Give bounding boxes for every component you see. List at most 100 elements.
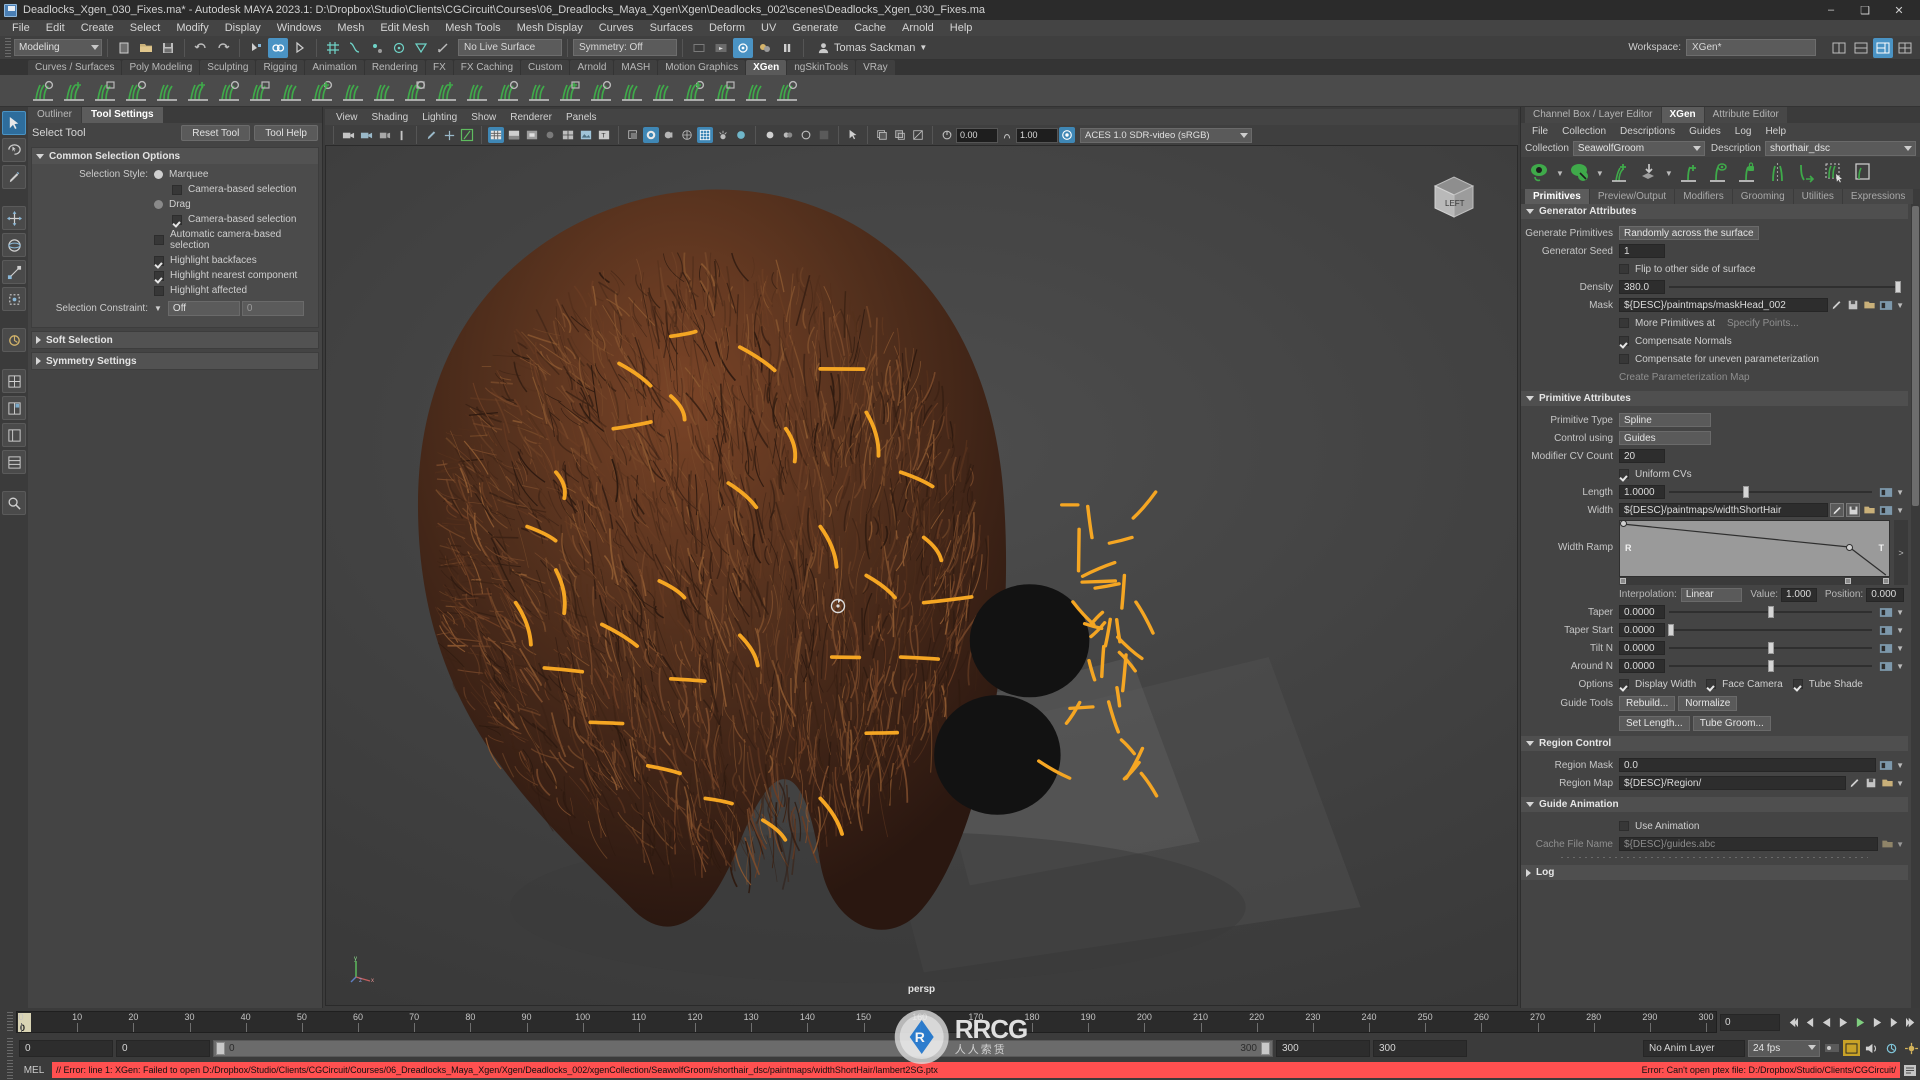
- workspace-layout-1-icon[interactable]: [1829, 38, 1849, 58]
- menu-item-mesh[interactable]: Mesh: [329, 20, 372, 36]
- chevron-down-icon[interactable]: ▼: [1596, 169, 1604, 178]
- layout-hypershade-icon[interactable]: [2, 450, 26, 474]
- generate-primitives-dropdown[interactable]: Randomly across the surface: [1619, 226, 1759, 240]
- shelf-tab-motion-graphics[interactable]: Motion Graphics: [658, 60, 746, 75]
- xgen-tab-primitives[interactable]: Primitives: [1525, 189, 1589, 204]
- multisample-aa-icon[interactable]: [679, 127, 695, 143]
- xgen-menu-descriptions[interactable]: Descriptions: [1613, 126, 1682, 137]
- ramp-position-field[interactable]: 0.000: [1866, 587, 1904, 602]
- auto-key-icon[interactable]: [1823, 1040, 1840, 1057]
- shelf-generate-maps-icon[interactable]: [524, 77, 553, 105]
- camera-bookmark-icon[interactable]: [376, 127, 392, 143]
- density-slider[interactable]: [1669, 280, 1901, 294]
- chevron-down-icon[interactable]: ▼: [1896, 488, 1904, 497]
- checkbox-highlight-nearest-component[interactable]: [154, 270, 164, 281]
- select-by-hierarchy-icon[interactable]: [246, 38, 266, 58]
- ramp-key-strip[interactable]: [1619, 577, 1890, 585]
- anim-end-field[interactable]: 300: [1276, 1039, 1370, 1057]
- select-tool-icon[interactable]: [2, 111, 26, 135]
- ramp-key-1[interactable]: [1845, 544, 1853, 551]
- animation-preferences-icon[interactable]: [1883, 1040, 1900, 1057]
- ramp-value-field[interactable]: 1.000: [1781, 587, 1817, 602]
- flip-guide-icon[interactable]: [1792, 160, 1818, 186]
- command-grip[interactable]: [7, 1060, 13, 1080]
- shade-options-icon[interactable]: [542, 127, 558, 143]
- viewport-menu-shading[interactable]: Shading: [365, 112, 416, 123]
- display-layer-2-icon[interactable]: [892, 127, 908, 143]
- shelf-tab-poly-modeling[interactable]: Poly Modeling: [122, 60, 200, 75]
- shelf-convert-to-polygons-icon[interactable]: [493, 77, 522, 105]
- lasso-tool-icon[interactable]: [2, 138, 26, 162]
- snap-grid-icon[interactable]: [323, 38, 343, 58]
- shelf-tab-vray[interactable]: VRay: [856, 60, 895, 75]
- universal-manipulator-icon[interactable]: [2, 287, 26, 311]
- range-start-field[interactable]: 0: [19, 1039, 113, 1057]
- anim-start-field[interactable]: 0: [116, 1039, 210, 1057]
- attributes-scrollbar[interactable]: [1911, 204, 1920, 1008]
- cache-file-field[interactable]: ${DESC}/guides.abc: [1619, 837, 1879, 851]
- freeze-guide-icon[interactable]: [1734, 160, 1760, 186]
- viewport-frame-icon[interactable]: [459, 127, 475, 143]
- range-end-field[interactable]: 300: [1373, 1039, 1467, 1057]
- user-account-button[interactable]: Tomas Sackman ▼: [817, 41, 927, 54]
- gamma-icon[interactable]: [999, 127, 1015, 143]
- region-control-header[interactable]: Region Control: [1521, 736, 1908, 751]
- range-grip[interactable]: [7, 1038, 13, 1058]
- xgen-menu-log[interactable]: Log: [1728, 126, 1759, 137]
- chevron-down-icon[interactable]: ▼: [1896, 840, 1904, 849]
- map-expression-icon[interactable]: [1878, 298, 1894, 312]
- taper-field[interactable]: 0.0000: [1619, 605, 1665, 619]
- width-ramp-canvas[interactable]: R T: [1619, 520, 1890, 577]
- tab-tool-settings[interactable]: Tool Settings: [82, 107, 163, 123]
- shelf-sculpt-guide-icon[interactable]: [121, 77, 150, 105]
- shelf-interactive-groom-icon[interactable]: [462, 77, 491, 105]
- chevron-down-icon[interactable]: ▼: [1896, 644, 1904, 653]
- shelf-paint-density-icon[interactable]: [338, 77, 367, 105]
- add-guide-icon[interactable]: [1676, 160, 1702, 186]
- xgen-menu-guides[interactable]: Guides: [1682, 126, 1728, 137]
- paint-select-tool-icon[interactable]: [2, 165, 26, 189]
- motion-blur-icon[interactable]: [661, 127, 677, 143]
- smooth-shade-selected-icon[interactable]: [524, 127, 540, 143]
- pause-icon[interactable]: [777, 38, 797, 58]
- checkbox-more-primitives-at[interactable]: [1619, 318, 1629, 328]
- shelf-brush-settings-icon[interactable]: [617, 77, 646, 105]
- anim-layer-field[interactable]: No Anim Layer: [1643, 1039, 1745, 1057]
- go-to-end-icon[interactable]: [1903, 1014, 1920, 1031]
- checkbox-highlight-backfaces[interactable]: [154, 255, 164, 266]
- xgen-menu-file[interactable]: File: [1525, 126, 1555, 137]
- reset-tool-button[interactable]: Reset Tool: [181, 125, 251, 141]
- snap-curve-icon[interactable]: [345, 38, 365, 58]
- create-parameterization-map-button[interactable]: Create Parameterization Map: [1619, 372, 1750, 383]
- xray-icon[interactable]: [733, 127, 749, 143]
- exposure-icon[interactable]: [939, 127, 955, 143]
- menu-item-arnold[interactable]: Arnold: [894, 20, 942, 36]
- checkbox-drag-camera-based[interactable]: [172, 214, 182, 225]
- pointer-tool-icon[interactable]: [845, 127, 861, 143]
- xgen-menu-help[interactable]: Help: [1758, 126, 1793, 137]
- ramp-handle-1[interactable]: [1845, 578, 1852, 584]
- exposure-field[interactable]: 0.00: [956, 127, 998, 143]
- shelf-noise-modifier-icon[interactable]: [183, 77, 212, 105]
- chevron-down-icon[interactable]: ▼: [1896, 761, 1904, 770]
- viewport-menu-panels[interactable]: Panels: [559, 112, 604, 123]
- depth-of-field-icon[interactable]: [697, 127, 713, 143]
- lights-icon[interactable]: [715, 127, 731, 143]
- menu-item-uv[interactable]: UV: [753, 20, 784, 36]
- workspace-layout-2-icon[interactable]: [1851, 38, 1871, 58]
- menu-item-mesh-display[interactable]: Mesh Display: [509, 20, 591, 36]
- shelf-expression-editor-icon[interactable]: [307, 77, 336, 105]
- collection-dropdown[interactable]: SeawolfGroom: [1572, 140, 1705, 156]
- editor-ipr-icon[interactable]: [711, 38, 731, 58]
- shelf-tab-sculpting[interactable]: Sculpting: [200, 60, 256, 75]
- timeline-grip[interactable]: [7, 1012, 13, 1032]
- play-forwards-icon[interactable]: [1852, 1014, 1869, 1031]
- audio-icon[interactable]: [1863, 1040, 1880, 1057]
- xgen-tab-expressions[interactable]: Expressions: [1842, 189, 1914, 204]
- minimize-button[interactable]: –: [1814, 0, 1848, 20]
- menu-item-deform[interactable]: Deform: [701, 20, 753, 36]
- width-field[interactable]: ${DESC}/paintmaps/widthShortHair: [1619, 503, 1829, 517]
- ambient-occlusion-icon[interactable]: [643, 127, 659, 143]
- tube-groom-button[interactable]: Tube Groom...: [1692, 715, 1771, 731]
- menu-item-windows[interactable]: Windows: [269, 20, 330, 36]
